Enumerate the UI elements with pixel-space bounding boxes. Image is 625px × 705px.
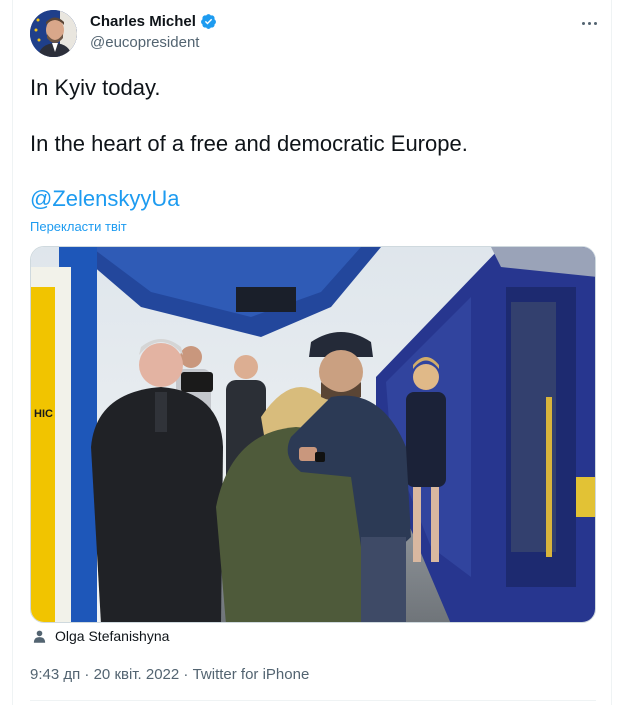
tweet-text-line2: In the heart of a free and democratic Eu… [30,131,468,156]
author-names: Charles Michel @eucopresident [90,13,217,51]
tweet-header: Charles Michel @eucopresident [30,10,600,58]
person-icon [33,630,46,643]
tweet-text-line1: In Kyiv today. [30,75,161,100]
more-options-icon[interactable] [578,12,600,34]
timeline-border-left [12,0,13,705]
tweet-source[interactable]: Twitter for iPhone [193,666,310,683]
author-handle[interactable]: @eucopresident [90,34,217,51]
tweet-time[interactable]: 9:43 дп [30,666,80,683]
svg-text:НІС: НІС [34,408,53,420]
name-row: Charles Michel [90,13,217,30]
tweet-photo[interactable]: НІС [30,246,596,623]
tweet-date[interactable]: 20 квіт. 2022 [94,666,180,683]
tweet-text: In Kyiv today. In the heart of a free an… [30,74,595,158]
timeline-border-right [611,0,612,705]
avatar[interactable] [30,10,77,57]
translate-tweet-link[interactable]: Перекласти твіт [30,219,127,234]
photo-tag-name: Olga Stefanishyna [55,628,170,644]
meta-separator: · [183,666,189,683]
author-display-name[interactable]: Charles Michel [90,13,196,30]
divider [30,700,596,701]
tweet-meta: 9:43 дп · 20 квіт. 2022 · Twitter for iP… [30,666,309,683]
verified-badge-icon [200,14,216,29]
photo-tag[interactable]: Olga Stefanishyna [32,628,169,644]
meta-separator: · [84,666,90,683]
photo-train-platform-scene: НІС [31,247,595,622]
mention-link[interactable]: @ZelenskyyUa [30,186,180,212]
